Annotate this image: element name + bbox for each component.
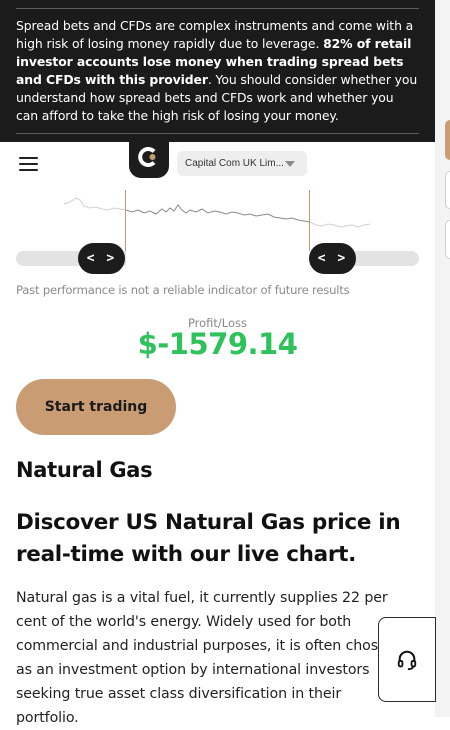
entity-select-dropdown[interactable]: Capital Com UK Lim... [177, 151, 307, 176]
banner-divider [16, 133, 419, 134]
headset-support-icon [397, 650, 417, 670]
page-subtitle: Discover US Natural Gas price in real-ti… [16, 510, 401, 567]
support-chat-button[interactable] [378, 617, 436, 702]
side-tab-accent[interactable] [445, 120, 450, 160]
risk-warning-text: Spread bets and CFDs are complex instrum… [16, 17, 418, 125]
range-slider-selection [126, 251, 310, 266]
site-header: Capital Com UK Lim... [0, 136, 435, 188]
side-tab[interactable] [445, 171, 450, 209]
range-handle-right[interactable]: < > [309, 243, 356, 274]
banner-divider [16, 8, 419, 9]
intro-paragraph: Natural gas is a vital fuel, it currentl… [16, 590, 396, 726]
page-title: Natural Gas [16, 458, 153, 482]
hamburger-menu-icon[interactable] [19, 157, 38, 171]
range-marker-left [125, 190, 126, 252]
range-handle-left[interactable]: < > [78, 243, 125, 274]
risk-warning-banner: Spread bets and CFDs are complex instrum… [0, 0, 435, 142]
side-panel-strip [435, 0, 450, 717]
chevron-down-icon [285, 160, 295, 167]
profit-loss-value: $-1579.14 [137, 327, 298, 361]
logo-glyph [138, 147, 156, 167]
range-marker-right [309, 190, 310, 252]
price-sparkline [63, 197, 371, 228]
performance-disclaimer: Past performance is not a reliable indic… [16, 283, 350, 297]
capital-com-logo-icon[interactable] [129, 136, 169, 178]
entity-select-value: Capital Com UK Lim... [185, 158, 283, 169]
side-tab[interactable] [445, 220, 450, 259]
start-trading-button[interactable]: Start trading [16, 379, 176, 435]
